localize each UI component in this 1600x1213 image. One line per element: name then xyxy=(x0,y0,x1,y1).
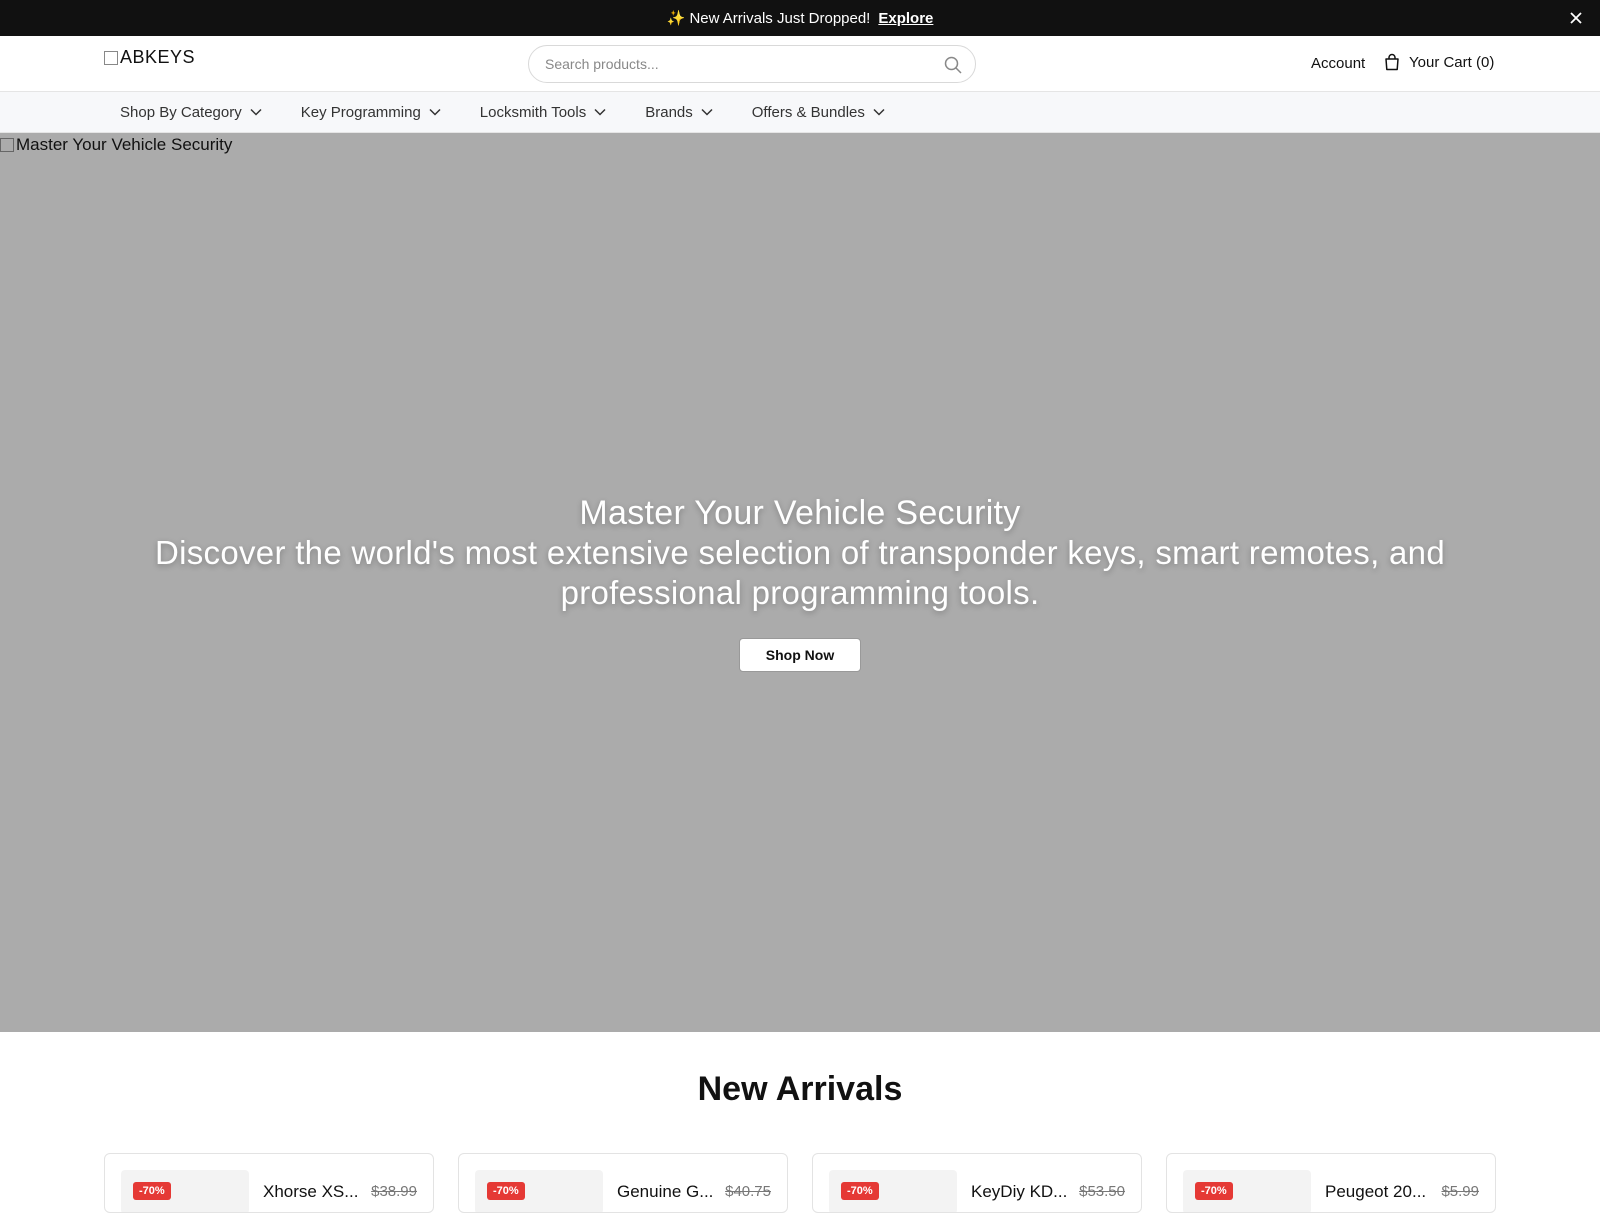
account-link[interactable]: Account xyxy=(1311,55,1365,72)
announcement-bar: ✨ New Arrivals Just Dropped! Explore xyxy=(0,0,1600,36)
nav-item-label: Key Programming xyxy=(300,103,421,121)
chevron-down-icon xyxy=(594,108,606,116)
shopping-bag-icon xyxy=(1385,53,1399,71)
hero-banner: Master Your Vehicle Security Master Your… xyxy=(0,133,1600,1032)
search-bar xyxy=(528,45,976,83)
product-card[interactable]: -70% KeyDiy KD... $53.50 xyxy=(812,1153,1142,1213)
nav-item-label: Locksmith Tools xyxy=(479,103,587,121)
hero-title: Master Your Vehicle Security xyxy=(579,494,1021,532)
announcement-message: ✨ New Arrivals Just Dropped! xyxy=(667,9,871,27)
nav-item-offers-bundles[interactable]: Offers & Bundles xyxy=(752,104,885,121)
hero-text: Master Your Vehicle Security Discover th… xyxy=(120,493,1480,613)
product-card[interactable]: -70% Peugeot 20... $5.99 xyxy=(1166,1153,1496,1213)
cart-label: Your Cart (0) xyxy=(1409,53,1495,71)
announcement-text: New Arrivals Just Dropped! xyxy=(689,10,871,27)
site-header: ABKEYS Account Your Cart (0) xyxy=(0,36,1600,92)
hero-image-alt-text: Master Your Vehicle Security xyxy=(16,135,233,154)
nav-item-shop-by-category[interactable]: Shop By Category xyxy=(120,104,262,121)
logo-text: ABKEYS xyxy=(120,47,196,67)
discount-badge: -70% xyxy=(1195,1182,1233,1200)
product-card[interactable]: -70% Xhorse XS... $38.99 xyxy=(104,1153,434,1213)
discount-badge: -70% xyxy=(841,1182,879,1200)
close-icon xyxy=(1570,12,1582,24)
product-old-price: $40.75 xyxy=(725,1183,771,1200)
explore-link[interactable]: Explore xyxy=(878,10,933,27)
chevron-down-icon xyxy=(429,108,441,116)
chevron-down-icon xyxy=(701,108,713,116)
main-nav: Shop By Category Key Programming Locksmi… xyxy=(0,92,1600,133)
product-card[interactable]: -70% Genuine G... $40.75 xyxy=(458,1153,788,1213)
product-name[interactable]: Genuine G... xyxy=(617,1182,713,1202)
site-logo[interactable]: ABKEYS xyxy=(104,47,195,68)
hero-image-alt: Master Your Vehicle Security xyxy=(0,135,232,155)
product-name[interactable]: KeyDiy KD... xyxy=(971,1182,1067,1202)
nav-item-brands[interactable]: Brands xyxy=(645,104,713,121)
nav-item-locksmith-tools[interactable]: Locksmith Tools xyxy=(480,104,606,121)
close-announcement-button[interactable] xyxy=(1566,8,1586,28)
chevron-down-icon xyxy=(250,108,262,116)
nav-item-label: Offers & Bundles xyxy=(751,103,865,121)
product-name[interactable]: Xhorse XS... xyxy=(263,1182,358,1202)
broken-image-icon xyxy=(104,50,118,65)
chevron-down-icon xyxy=(873,108,885,116)
product-old-price: $38.99 xyxy=(371,1183,417,1200)
nav-item-label: Brands xyxy=(645,103,693,121)
discount-badge: -70% xyxy=(133,1182,171,1200)
search-icon[interactable] xyxy=(943,55,963,75)
sparkles-icon: ✨ xyxy=(666,10,686,27)
search-input[interactable] xyxy=(545,56,925,72)
new-arrivals-heading: New Arrivals xyxy=(697,1070,903,1108)
product-old-price: $5.99 xyxy=(1441,1183,1479,1200)
nav-item-label: Shop By Category xyxy=(120,103,242,121)
cart-button[interactable]: Your Cart (0) xyxy=(1384,53,1494,71)
hero-subtitle: Discover the world's most extensive sele… xyxy=(154,534,1445,611)
shop-now-button[interactable]: Shop Now xyxy=(739,638,861,672)
broken-image-icon xyxy=(0,138,14,152)
discount-badge: -70% xyxy=(487,1182,525,1200)
product-name[interactable]: Peugeot 20... xyxy=(1325,1182,1426,1202)
product-old-price: $53.50 xyxy=(1079,1183,1125,1200)
nav-item-key-programming[interactable]: Key Programming xyxy=(301,104,441,121)
